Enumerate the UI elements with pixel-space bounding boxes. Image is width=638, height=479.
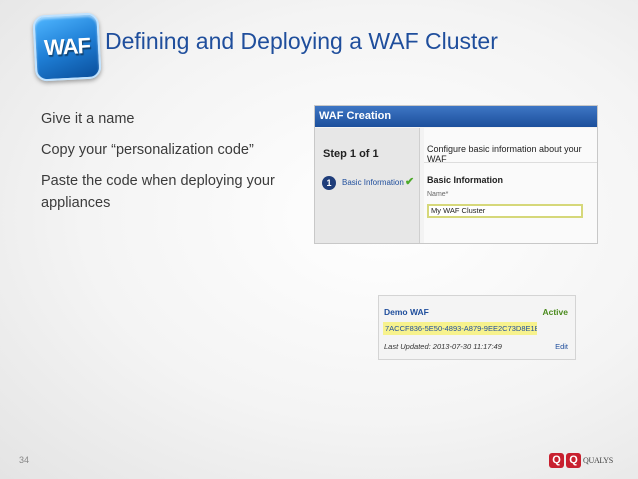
waf-logo: WAF: [32, 12, 102, 82]
wizard-steps-panel: Step 1 of 1 1 Basic Information ✔: [315, 128, 420, 243]
waf-creation-dialog: WAF Creation Step 1 of 1 1 Basic Informa…: [314, 105, 598, 244]
qualys-q-icon: Q: [549, 452, 564, 468]
step-label: Step 1 of 1: [323, 148, 379, 160]
cluster-name-link[interactable]: Demo WAF: [384, 307, 429, 317]
wizard-content-panel: Configure basic information about your W…: [424, 128, 597, 243]
step-item-basic-information[interactable]: Basic Information: [342, 178, 404, 187]
name-field-label: Name*: [427, 191, 449, 198]
last-updated-text: Last Updated: 2013-07-30 11:17:49: [384, 342, 502, 351]
page-number: 34: [19, 455, 30, 465]
section-heading: Basic Information: [427, 175, 504, 185]
divider: [424, 162, 597, 163]
bullet-list: Give it a name Copy your “personalizatio…: [41, 108, 281, 223]
step-description: Configure basic information about your W…: [427, 144, 582, 164]
bullet-item: Copy your “personalization code”: [41, 142, 254, 158]
waf-logo-text: WAF: [43, 32, 91, 61]
personalization-code[interactable]: 7ACCF836-5E50-4893-A879-9EE2C73D8E1B: [383, 322, 537, 335]
waf-cluster-panel: Demo WAF Active 7ACCF836-5E50-4893-A879-…: [378, 295, 576, 360]
qualys-q-icon: Q: [566, 452, 581, 468]
dialog-header: WAF Creation: [315, 106, 597, 127]
bullet-item: Give it a name: [41, 111, 135, 127]
qualys-logo: Q Q QUALYS: [549, 452, 613, 468]
bullet-item: Paste the code when deploying your appli…: [41, 173, 275, 211]
name-input[interactable]: My WAF Cluster: [427, 204, 583, 218]
qualys-wordmark: QUALYS: [583, 455, 613, 465]
check-icon: ✔: [405, 176, 415, 188]
step-number-badge: 1: [322, 176, 336, 190]
slide-title: Defining and Deploying a WAF Cluster: [105, 28, 498, 54]
edit-link[interactable]: Edit: [555, 342, 568, 351]
status-badge: Active: [542, 307, 568, 317]
